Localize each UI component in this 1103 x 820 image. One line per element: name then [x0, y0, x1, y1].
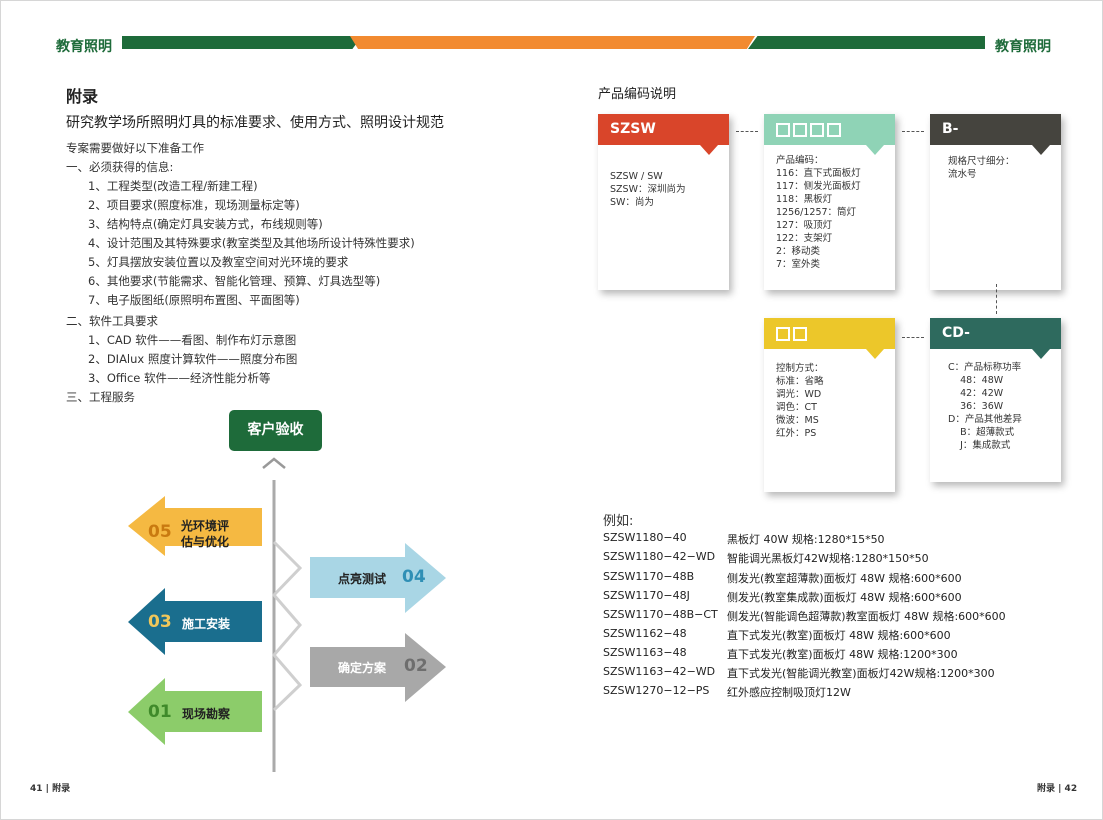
list-item: 2、DIAlux 照度计算软件——照度分布图 [88, 352, 298, 366]
code-card-control: 控制方式： 标准：省略 调光：WD 调色：CT 微波：MS 红外：PS [764, 318, 895, 492]
example-desc: 侧发光(教室超薄款)面板灯 48W 规格:600*600 [727, 572, 962, 585]
example-code: SZSW1170−48B [603, 570, 695, 583]
card-head-squares [776, 326, 810, 342]
card-head-squares [776, 122, 844, 138]
example-code: SZSW1270−12−PS [603, 684, 710, 697]
card-body: 产品编码： 116：直下式面板灯 117：侧发光面板灯 118：黑板灯 1256… [776, 155, 861, 270]
example-code: SZSW1180−42−WD [603, 550, 716, 563]
step-03-label: 施工安装 [182, 617, 231, 631]
step-04-num: 04 [402, 567, 426, 587]
list-item: 1、工程类型(改造工程/新建工程) [88, 179, 258, 193]
step-05-label-2: 估与优化 [181, 535, 230, 549]
example-desc: 黑板灯 40W 规格:1280*15*50 [727, 533, 885, 546]
card-body: SZSW / SW SZSW：深圳尚为 SW：尚为 [610, 171, 686, 208]
card-connector [996, 284, 997, 314]
example-desc: 直下式发光(智能调光教室)面板灯42W规格:1200*300 [727, 667, 995, 680]
header-left-title: 教育照明 [56, 39, 112, 55]
card-notch [866, 349, 884, 359]
example-desc: 直下式发光(教室)面板灯 48W 规格:1200*300 [727, 648, 958, 661]
card-notch [1032, 145, 1050, 155]
card-head-text: B- [942, 121, 959, 137]
step-01-label: 现场勘察 [182, 707, 231, 721]
card-connector [736, 131, 758, 132]
list-item: 6、其他要求(节能需求、智能化管理、预算、灯具选型等) [88, 274, 381, 288]
card-connector [902, 337, 924, 338]
card-head-text: CD- [942, 325, 970, 341]
list-item: 4、设计范围及其特殊要求(教室类型及其他场所设计特殊性要求) [88, 236, 415, 250]
footer-left-page-number: 41 | 附录 [30, 784, 71, 794]
example-code: SZSW1170−48B−CT [603, 608, 718, 621]
flow-top-label: 客户验收 [247, 422, 304, 438]
list-item: 二、软件工具要求 [66, 314, 158, 328]
example-desc: 侧发光(智能调色超薄款)教室面板灯 48W 规格:600*600 [727, 610, 1006, 623]
page-heading: 附录 [66, 87, 99, 106]
step-04-label: 点亮测试 [338, 572, 387, 586]
step-03-num: 03 [148, 612, 172, 632]
card-notch [1032, 349, 1050, 359]
card-body: 控制方式： 标准：省略 调光：WD 调色：CT 微波：MS 红外：PS [776, 363, 824, 439]
list-item: 3、Office 软件——经济性能分析等 [88, 371, 271, 385]
card-body: 规格尺寸细分： 流水号 [948, 156, 1015, 180]
example-code: SZSW1163−48 [603, 646, 687, 659]
header-right-title: 教育照明 [995, 39, 1051, 55]
card-notch [866, 145, 884, 155]
example-desc: 侧发光(教室集成款)面板灯 48W 规格:600*600 [727, 591, 962, 604]
flow-chevron-up-icon [262, 457, 286, 469]
flow-box-customer-acceptance: 客户验收 [229, 410, 322, 451]
step-05-num: 05 [148, 522, 172, 542]
code-card-cd: CD- C：产品标称功率 48：48W 42：42W 36：36W D：产品其他… [930, 318, 1061, 482]
list-item: 三、工程服务 [66, 390, 135, 404]
code-card-product: 产品编码： 116：直下式面板灯 117：侧发光面板灯 118：黑板灯 1256… [764, 114, 895, 290]
example-title: 例如: [603, 514, 634, 529]
code-card-szsw: SZSW SZSW / SW SZSW：深圳尚为 SW：尚为 [598, 114, 729, 290]
list-item: 5、灯具摆放安装位置以及教室空间对光环境的要求 [88, 255, 349, 269]
list-item: 专案需要做好以下准备工作 [66, 141, 204, 155]
list-item: 1、CAD 软件——看图、制作布灯示意图 [88, 333, 297, 347]
code-card-b: B- 规格尺寸细分： 流水号 [930, 114, 1061, 290]
list-item: 2、项目要求(照度标准，现场测量标定等) [88, 198, 300, 212]
step-02-num: 02 [404, 656, 428, 676]
example-desc: 智能调光黑板灯42W规格:1280*150*50 [727, 552, 929, 565]
example-code: SZSW1163−42−WD [603, 665, 716, 678]
card-head-text: SZSW [610, 121, 656, 137]
card-connector [902, 131, 924, 132]
example-code: SZSW1162−48 [603, 627, 687, 640]
list-item: 一、必须获得的信息: [66, 160, 174, 174]
step-05-label-1: 光环境评 [181, 519, 230, 533]
header-band-green-left [122, 36, 362, 49]
header-band-green-right [748, 36, 985, 49]
example-code: SZSW1170−48J [603, 589, 690, 602]
flow-zigzag [271, 540, 303, 712]
card-body: C：产品标称功率 48：48W 42：42W 36：36W D：产品其他差异 B… [948, 362, 1022, 451]
footer-right-page-number: 附录 | 42 [1037, 784, 1078, 794]
page-subtitle: 研究教学场所照明灯具的标准要求、使用方式、照明设计规范 [66, 115, 444, 131]
code-section-title: 产品编码说明 [598, 87, 677, 102]
example-desc: 红外感应控制吸顶灯12W [727, 686, 851, 699]
card-notch [700, 145, 718, 155]
header-band-orange [350, 36, 755, 49]
step-01-num: 01 [148, 702, 172, 722]
list-item: 3、结构特点(确定灯具安装方式，布线规则等) [88, 217, 323, 231]
list-item: 7、电子版图纸(原照明布置图、平面图等) [88, 293, 300, 307]
example-desc: 直下式发光(教室)面板灯 48W 规格:600*600 [727, 629, 951, 642]
example-code: SZSW1180−40 [603, 531, 687, 544]
step-02-label: 确定方案 [338, 661, 387, 675]
